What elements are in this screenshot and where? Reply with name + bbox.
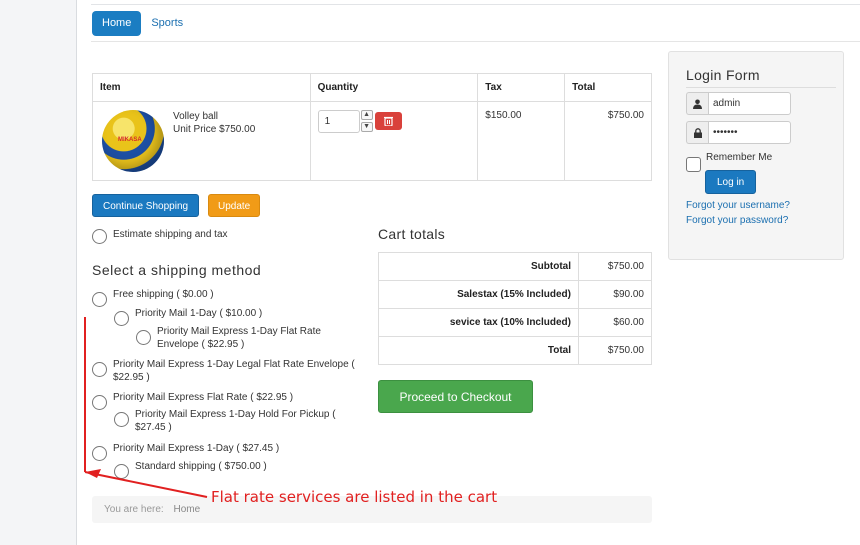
breadcrumb-home[interactable]: Home <box>173 504 200 515</box>
radio-button[interactable] <box>114 464 129 479</box>
proceed-to-checkout-button[interactable]: Proceed to Checkout <box>378 380 533 413</box>
header-tax: Tax <box>477 73 566 102</box>
total-cell: $750.00 <box>564 101 652 181</box>
quantity-input[interactable]: 1 <box>317 110 360 133</box>
chevron-up-icon[interactable]: ▲ <box>360 110 373 120</box>
shipping-option-express-envelope[interactable]: Priority Mail Express 1-Day Flat Rate En… <box>136 325 336 351</box>
forgot-password-link[interactable]: Forgot your password? <box>686 215 788 226</box>
remember-me-label: Remember Me <box>706 152 773 163</box>
table-row: sevice tax (10% Included) $60.00 <box>378 308 652 337</box>
totals-label: Subtotal <box>378 252 579 281</box>
radio-button[interactable] <box>114 311 129 326</box>
volleyball-image: MIKASA <box>102 110 164 172</box>
item-unit-price: Unit Price $750.00 <box>173 124 256 135</box>
remember-me: Remember Me <box>686 152 772 172</box>
annotation-text: Flat rate services are listed in the car… <box>211 488 498 506</box>
shipping-option-priority-1day[interactable]: Priority Mail 1-Day ( $10.00 ) <box>114 307 364 326</box>
cart-table: Item Quantity Tax Total MIKASA Volley ba… <box>92 73 652 181</box>
radio-button[interactable] <box>136 330 151 345</box>
totals-label: sevice tax (10% Included) <box>378 308 579 337</box>
quantity-cell: 1 ▲ ▼ <box>309 101 479 181</box>
shipping-option-free[interactable]: Free shipping ( $0.00 ) <box>92 288 362 307</box>
totals-value: $90.00 <box>578 280 652 309</box>
lock-icon <box>686 121 708 144</box>
password-input[interactable]: ••••••• <box>708 121 791 144</box>
login-form: Login Form admin ••••••• Remember Me Log… <box>668 51 844 260</box>
top-divider <box>91 4 860 5</box>
tax-cell: $150.00 <box>477 101 566 181</box>
estimate-shipping: Estimate shipping and tax <box>92 229 228 244</box>
totals-label: Total <box>378 336 579 365</box>
table-row: Subtotal $750.00 <box>378 252 652 281</box>
shipping-option-hold-for-pickup[interactable]: Priority Mail Express 1-Day Hold For Pic… <box>114 408 364 434</box>
remove-item-button[interactable] <box>374 112 402 130</box>
shipping-option-label: Standard shipping ( $750.00 ) <box>135 461 267 472</box>
quantity-stepper[interactable]: ▲ ▼ <box>360 110 373 134</box>
breadcrumb-prefix: You are here: <box>104 504 164 515</box>
forgot-username-link[interactable]: Forgot your username? <box>686 200 790 211</box>
user-icon <box>686 92 708 115</box>
header-item: Item <box>92 73 311 102</box>
login-button[interactable]: Log in <box>705 170 757 194</box>
cart-header-row: Item Quantity Tax Total <box>92 73 652 102</box>
shipping-option-label: Priority Mail Express 1-Day Flat Rate En… <box>157 326 321 350</box>
radio-button[interactable] <box>92 292 107 307</box>
totals-label: Salestax (15% Included) <box>378 280 579 309</box>
header-quantity: Quantity <box>309 73 479 102</box>
estimate-label: Estimate shipping and tax <box>113 229 228 240</box>
nav-divider <box>91 41 860 42</box>
update-button[interactable]: Update <box>208 194 261 217</box>
username-input[interactable]: admin <box>708 92 791 115</box>
radio-button[interactable] <box>92 395 107 410</box>
table-row: Salestax (15% Included) $90.00 <box>378 280 652 309</box>
shipping-option-express-legal-envelope[interactable]: Priority Mail Express 1-Day Legal Flat R… <box>92 358 377 384</box>
login-title-divider <box>686 87 836 88</box>
shipping-option-label: Priority Mail 1-Day ( $10.00 ) <box>135 308 263 319</box>
totals-value: $750.00 <box>578 252 652 281</box>
header-total: Total <box>564 73 652 102</box>
estimate-radio[interactable] <box>92 229 107 244</box>
shipping-option-label: Priority Mail Express 1-Day ( $27.45 ) <box>113 443 280 454</box>
table-row: Total $750.00 <box>378 336 652 365</box>
nav-sports[interactable]: Sports <box>151 11 183 36</box>
continue-shopping-button[interactable]: Continue Shopping <box>92 194 200 217</box>
chevron-down-icon[interactable]: ▼ <box>360 122 373 132</box>
totals-value: $60.00 <box>578 308 652 337</box>
cart-totals-title: Cart totals <box>378 226 446 242</box>
cart-totals-table: Subtotal $750.00 Salestax (15% Included)… <box>378 252 652 365</box>
radio-button[interactable] <box>114 412 129 427</box>
shipping-option-standard[interactable]: Standard shipping ( $750.00 ) <box>114 460 364 479</box>
login-title: Login Form <box>686 67 760 83</box>
radio-button[interactable] <box>92 446 107 461</box>
totals-value: $750.00 <box>578 336 652 365</box>
table-row: MIKASA Volley ball Unit Price $750.00 1 … <box>92 101 652 181</box>
main-nav: Home Sports <box>92 11 183 36</box>
shipping-option-label: Priority Mail Express 1-Day Hold For Pic… <box>135 409 336 433</box>
username-field-group: admin <box>686 92 791 115</box>
radio-button[interactable] <box>92 362 107 377</box>
password-field-group: ••••••• <box>686 121 791 144</box>
shipping-title: Select a shipping method <box>92 262 262 278</box>
trash-icon <box>383 116 393 126</box>
shipping-option-label: Free shipping ( $0.00 ) <box>113 289 214 300</box>
shipping-option-express-1day[interactable]: Priority Mail Express 1-Day ( $27.45 ) <box>92 442 362 461</box>
remember-me-checkbox[interactable] <box>686 157 701 172</box>
shipping-option-label: Priority Mail Express 1-Day Legal Flat R… <box>113 359 355 383</box>
ball-brand-text: MIKASA <box>118 137 142 143</box>
item-name: Volley ball <box>173 111 219 122</box>
item-cell: MIKASA Volley ball Unit Price $750.00 <box>92 101 311 181</box>
nav-home[interactable]: Home <box>92 11 142 36</box>
